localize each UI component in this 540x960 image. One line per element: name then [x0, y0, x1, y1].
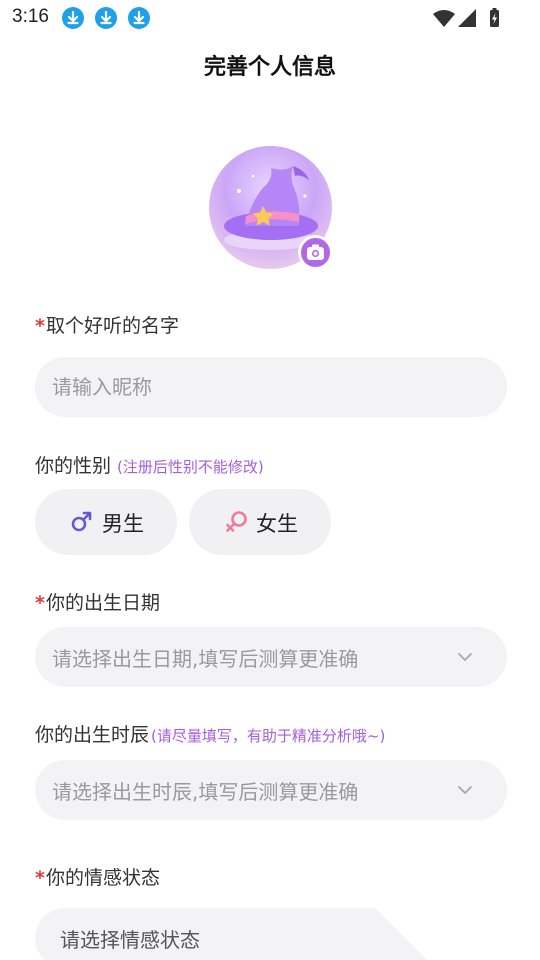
chevron-down-icon: [458, 653, 472, 661]
birth-date-select[interactable]: 请选择出生日期,填写后测算更准确: [35, 627, 507, 687]
birth-hour-label-text: 你的出生时辰: [35, 724, 150, 746]
emotion-label-text: 你的情感状态: [45, 867, 160, 889]
signal-icon: [458, 9, 476, 27]
download-icon: [62, 7, 84, 29]
gender-option-male[interactable]: 男生: [35, 489, 177, 555]
gender-option-label: 男生: [102, 512, 144, 536]
birth-date-label-text: 你的出生日期: [45, 592, 160, 614]
download-icon: [128, 7, 150, 29]
emotion-select[interactable]: 请选择情感状态: [35, 908, 435, 960]
male-icon: [71, 511, 92, 532]
birth-hour-select[interactable]: 请选择出生时辰,填写后测算更准确: [35, 760, 507, 820]
download-icon: [95, 7, 117, 29]
gender-label-text: 你的性别: [35, 455, 112, 477]
female-icon: [226, 511, 247, 532]
birth-date-placeholder: 请选择出生日期,填写后测算更准确: [52, 647, 359, 671]
emotion-placeholder: 请选择情感状态: [60, 928, 200, 952]
wifi-icon: [433, 10, 455, 27]
birth-hour-hint: (请尽量填写，有助于精准分析哦~): [151, 727, 386, 745]
gender-option-label: 女生: [256, 512, 298, 536]
nickname-input[interactable]: [35, 357, 507, 417]
required-mark: *: [35, 867, 45, 889]
status-time: 3:16: [12, 6, 49, 27]
battery-charging-icon: [490, 8, 499, 27]
gender-option-female[interactable]: 女生: [189, 489, 331, 555]
birth-date-label: *你的出生日期: [35, 588, 160, 615]
nickname-label: *取个好听的名字: [35, 311, 179, 338]
gender-hint: (注册后性别不能修改): [117, 458, 264, 476]
required-mark: *: [35, 315, 45, 337]
status-icons: [432, 8, 502, 32]
birth-hour-label: 你的出生时辰 (请尽量填写，有助于精准分析哦~): [35, 720, 385, 747]
gender-label: 你的性别 (注册后性别不能修改): [35, 451, 264, 478]
birth-hour-placeholder: 请选择出生时辰,填写后测算更准确: [52, 780, 359, 804]
nickname-label-text: 取个好听的名字: [45, 315, 179, 337]
camera-icon: [307, 244, 324, 260]
chevron-down-icon: [458, 786, 472, 794]
status-bar: 3:16: [0, 0, 540, 36]
avatar-camera-button[interactable]: [298, 235, 333, 270]
emotion-label: *你的情感状态: [35, 863, 160, 890]
page-title: 完善个人信息: [203, 55, 336, 80]
required-mark: *: [35, 592, 45, 614]
